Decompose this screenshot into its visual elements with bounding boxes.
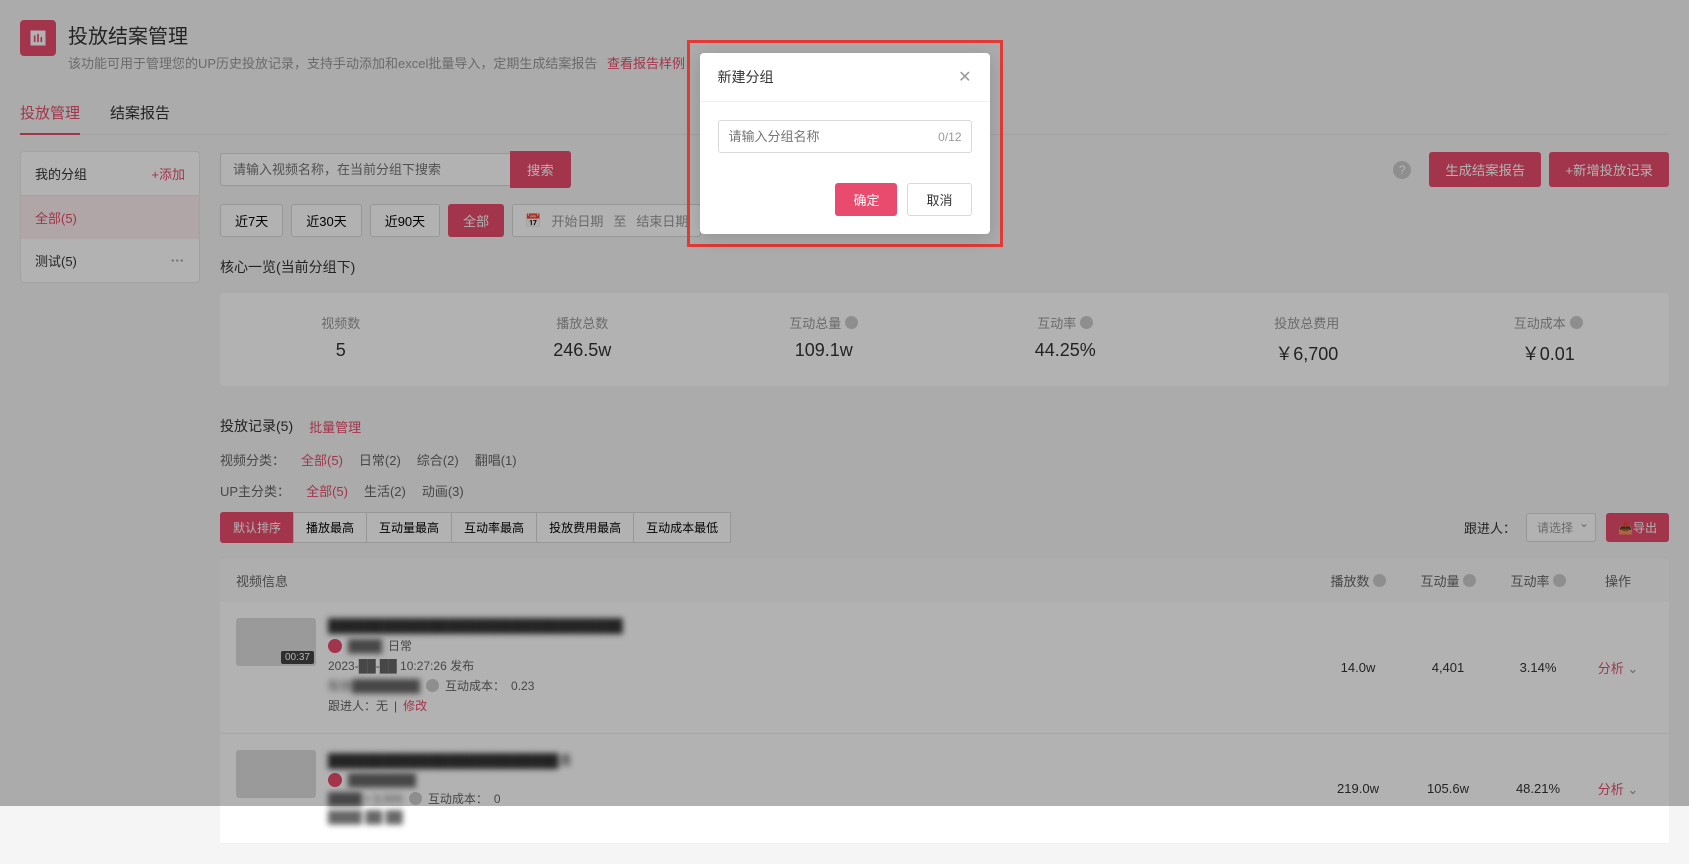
close-icon[interactable]: ✕ xyxy=(958,67,971,87)
confirm-button[interactable]: 确定 xyxy=(835,183,897,216)
modal-overlay: 新建分组 ✕ 0/12 确定 取消 xyxy=(0,0,1689,806)
cancel-button[interactable]: 取消 xyxy=(907,183,971,216)
new-group-modal: 新建分组 ✕ 0/12 确定 取消 xyxy=(700,53,990,234)
group-name-input[interactable] xyxy=(718,120,972,153)
modal-title: 新建分组 xyxy=(718,67,774,87)
char-count: 0/12 xyxy=(938,130,961,144)
